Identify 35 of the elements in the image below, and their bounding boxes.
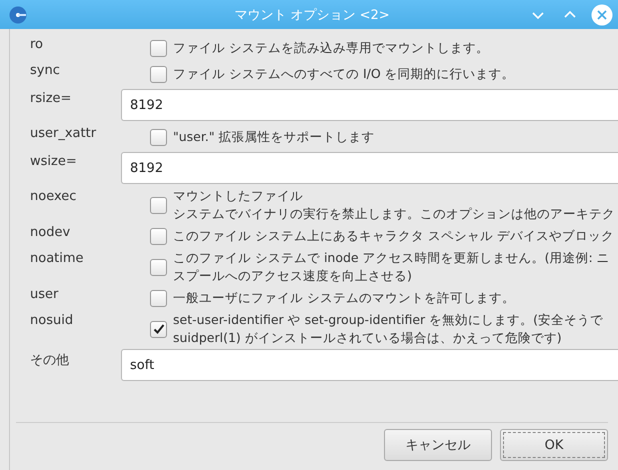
option-label: sync xyxy=(29,62,61,80)
checkbox[interactable] xyxy=(150,290,167,306)
window-title: マウント オプション <2> xyxy=(234,6,390,24)
option-label: user xyxy=(29,286,60,304)
option-description: set-user-identifier や set-group-identifier を無効にします。(安全そうで suidperl(1) がインストールされている場合は、かえって危険です) xyxy=(173,311,604,347)
checkbox[interactable] xyxy=(150,128,167,146)
option-description: このファイル システムで inode アクセス時間を更新しません。(用途例: ニ スプールへのアクセス速度を向上させる) xyxy=(173,249,610,285)
option-label: user_xattr xyxy=(29,125,98,143)
option-description: 一般ユーザにファイル システムのマウントを許可します。 xyxy=(173,289,515,307)
option-label: noatime xyxy=(29,250,85,268)
option-description: マウントしたファイル システムでバイナリの実行を禁止します。このオプションは他のアーキテク xyxy=(173,187,615,223)
option-label: nosuid xyxy=(29,312,74,330)
checkbox[interactable] xyxy=(150,196,167,214)
option-label: wsize= xyxy=(29,153,78,171)
checkbox[interactable] xyxy=(150,320,167,338)
option-label: ro xyxy=(29,36,44,54)
option-description: ファイル システムへのすべての I/O を同期的に行います。 xyxy=(173,65,515,83)
input-field[interactable]: 8192 xyxy=(121,89,618,121)
disk-icon xyxy=(9,6,27,24)
checkbox[interactable] xyxy=(150,228,167,244)
option-label: nodev xyxy=(29,224,72,242)
input-field[interactable]: 8192 xyxy=(121,152,618,184)
dialog-button[interactable]: キャンセル xyxy=(384,429,492,461)
option-description: このファイル システム上にあるキャラクタ スペシャル デバイスやブロック xyxy=(173,227,614,245)
option-label: noexec xyxy=(29,188,78,206)
option-label: その他 xyxy=(29,352,70,370)
checkbox[interactable] xyxy=(150,258,167,276)
input-field[interactable]: soft xyxy=(121,349,618,381)
option-description: ファイル システムを読み込み専用でマウントします。 xyxy=(173,39,489,57)
option-label: rsize= xyxy=(29,90,72,108)
close-icon[interactable] xyxy=(591,4,613,26)
checkbox[interactable] xyxy=(150,66,167,82)
dialog-button[interactable]: OK xyxy=(500,429,608,461)
checkbox[interactable] xyxy=(150,40,167,56)
option-description: "user." 拡張属性をサポートします xyxy=(173,128,375,146)
